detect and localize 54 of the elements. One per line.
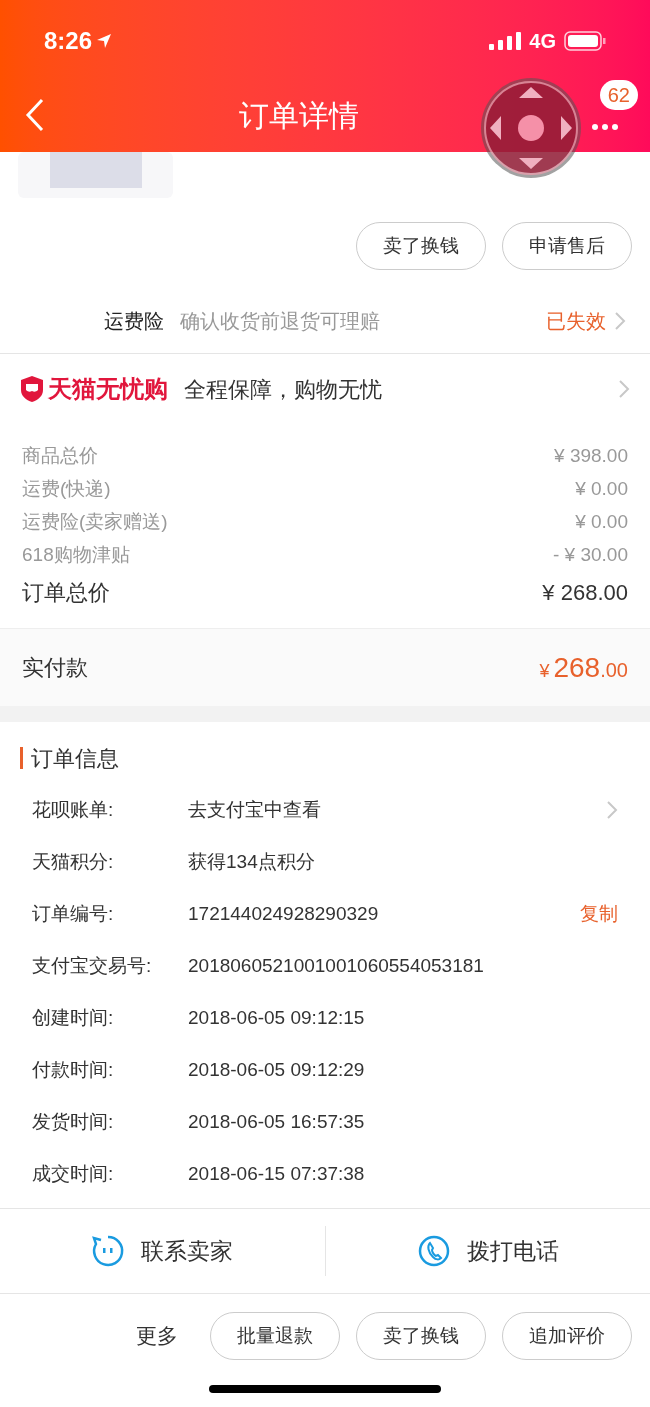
guarantee-text: 全程保障，购物无忧 <box>184 375 383 404</box>
price-label: 运费(快递) <box>22 477 111 502</box>
network-label: 4G <box>529 29 556 54</box>
info-label: 订单编号: <box>32 901 115 926</box>
assistive-touch-button[interactable] <box>480 77 582 179</box>
info-value: 2018-06-05 16:57:35 <box>188 1109 366 1134</box>
price-label: 商品总价 <box>22 444 98 469</box>
info-value: 172144024928290329 <box>188 901 380 926</box>
info-label: 成交时间: <box>32 1161 115 1186</box>
info-value: 获得134点积分 <box>188 849 316 874</box>
price-label: 618购物津贴 <box>22 543 130 568</box>
info-value: 2018-06-15 07:37:38 <box>188 1161 366 1186</box>
insurance-status: 已失效 <box>546 308 606 334</box>
chat-bubble-icon <box>91 1234 126 1268</box>
contact-button[interactable]: 联系卖家 <box>0 1226 325 1276</box>
info-label: 发货时间: <box>32 1109 115 1134</box>
info-link[interactable]: 去支付宝中查看 <box>188 795 606 825</box>
location-arrow-icon <box>96 33 113 49</box>
total-value: ¥ 268.00 <box>542 578 628 607</box>
notification-badge: 62 <box>599 80 638 110</box>
price-value: ¥ 0.00 <box>575 510 628 535</box>
back-button[interactable] <box>24 97 46 133</box>
total-label: 订单总价 <box>22 578 110 607</box>
chevron-right-icon <box>606 800 618 820</box>
phone-icon <box>416 1234 451 1268</box>
info-label: 创建时间: <box>32 1005 115 1030</box>
battery-icon <box>564 31 606 51</box>
insurance-description: 确认收货前退货可理赔 <box>180 308 381 334</box>
section-title: 订单信息 <box>31 744 119 773</box>
signal-icon <box>489 32 522 50</box>
guarantee-brand: 天猫无忧购 <box>48 374 168 404</box>
chevron-right-icon <box>618 379 630 399</box>
price-value: ¥ 0.00 <box>575 477 628 502</box>
price-value: ¥ 398.00 <box>554 444 628 469</box>
page-title: 订单详情 <box>238 97 360 134</box>
price-value: - ¥ 30.00 <box>553 543 628 568</box>
more-button[interactable] <box>592 124 618 130</box>
status-time: 8:26 <box>44 26 93 56</box>
chevron-right-icon <box>614 310 626 331</box>
price-label: 运费险(卖家赠送) <box>22 510 168 535</box>
info-label: 支付宝交易号: <box>32 953 153 978</box>
info-label: 付款时间: <box>32 1057 115 1082</box>
info-label: 花呗账单: <box>32 797 115 822</box>
info-value: 2018060521001001060554053181 <box>188 953 485 978</box>
section-accent <box>20 747 23 769</box>
contact-button[interactable]: 拨打电话 <box>324 1226 650 1276</box>
shield-icon <box>20 375 44 403</box>
paid-label: 实付款 <box>22 654 88 682</box>
info-value: 2018-06-05 09:12:15 <box>188 1005 366 1030</box>
info-value: 2018-06-05 09:12:29 <box>188 1057 366 1082</box>
insurance-label: 运费险 <box>104 308 164 334</box>
paid-amount: ¥268.00 <box>539 650 628 685</box>
info-label: 天猫积分: <box>32 849 115 874</box>
more-link[interactable]: 更多 <box>136 1320 178 1352</box>
